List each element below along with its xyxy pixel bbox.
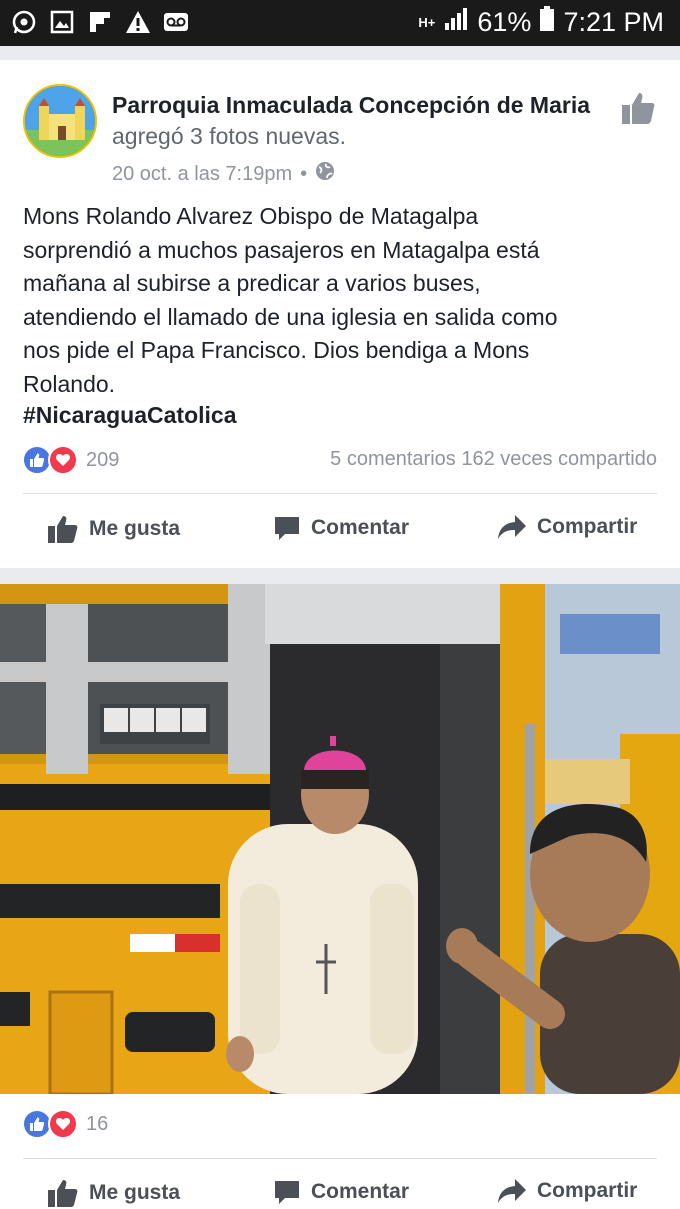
thumbs-up-icon	[48, 1180, 78, 1207]
engagement-stats: 5 comentarios 162 veces compartido	[330, 448, 657, 471]
share-label: Compartir	[537, 515, 638, 538]
photo-share-button[interactable]: Compartir	[497, 1178, 637, 1204]
thumbs-up-icon	[48, 516, 78, 543]
warning-icon	[124, 8, 152, 36]
photo-comment-button[interactable]: Comentar	[273, 1178, 409, 1206]
bus-photo-illustration	[0, 584, 680, 1094]
hashtag-link[interactable]: #NicaraguaCatolica	[23, 402, 236, 429]
shares-count-link[interactable]: 162 veces compartido	[461, 448, 657, 470]
system-status: H+ 61% 7:21 PM	[418, 6, 664, 39]
whatsapp-icon	[10, 8, 38, 36]
comment-icon	[275, 1181, 299, 1204]
like-label: Me gusta	[89, 517, 181, 540]
network-type: H+	[418, 14, 436, 30]
comment-label: Comentar	[311, 516, 410, 539]
like-button[interactable]: Me gusta	[47, 514, 180, 544]
comment-label: Comentar	[311, 1180, 410, 1203]
photo-card: 16 Me gusta Comentar Compartir	[0, 1094, 680, 1209]
post-timestamp[interactable]: 20 oct. a las 7:19pm	[112, 163, 292, 186]
photo-reactions-count: 16	[86, 1112, 109, 1135]
comment-icon	[275, 517, 299, 540]
post-actions-bar: Me gusta Comentar Compartir	[0, 510, 680, 550]
share-arrow-icon	[498, 1179, 526, 1203]
share-label: Compartir	[537, 1179, 638, 1202]
post-photo[interactable]	[0, 584, 680, 1094]
comments-count-link[interactable]: 5 comentarios	[330, 448, 456, 470]
post-header: Parroquia Inmaculada Concepción de Maria…	[112, 90, 592, 152]
post-meta: 20 oct. a las 7:19pm •	[112, 161, 335, 187]
battery-percent: 61%	[477, 7, 532, 37]
share-button[interactable]: Compartir	[497, 514, 637, 540]
like-page-button[interactable]	[620, 90, 656, 126]
gallery-icon	[48, 8, 76, 36]
notification-icons	[10, 8, 190, 36]
love-reaction-icon	[48, 1109, 78, 1139]
share-arrow-icon	[498, 515, 526, 539]
divider	[23, 1158, 657, 1159]
meta-separator: •	[300, 162, 308, 185]
page-name-link[interactable]: Parroquia Inmaculada Concepción de Maria	[112, 92, 590, 118]
battery-icon	[539, 6, 555, 39]
photo-like-button[interactable]: Me gusta	[47, 1178, 180, 1208]
love-reaction-icon	[48, 445, 78, 475]
flipboard-icon	[86, 8, 114, 36]
post-action: agregó 3 fotos nuevas.	[112, 123, 346, 149]
signal-icon	[443, 7, 469, 38]
page-avatar[interactable]	[23, 84, 97, 158]
comment-button[interactable]: Comentar	[273, 514, 409, 542]
photo-reactions-summary[interactable]: 16	[22, 1108, 662, 1140]
reactions-summary[interactable]: 209 5 comentarios 162 veces compartido	[22, 444, 662, 476]
post-body: Mons Rolando Alvarez Obispo de Matagalpa…	[23, 203, 558, 397]
thumbs-up-icon	[622, 93, 655, 124]
divider	[23, 493, 657, 494]
post-card: Parroquia Inmaculada Concepción de Maria…	[0, 60, 680, 568]
like-label: Me gusta	[89, 1181, 181, 1204]
clock: 7:21 PM	[563, 7, 664, 37]
photo-actions-bar: Me gusta Comentar Compartir	[0, 1174, 680, 1209]
voicemail-icon	[162, 8, 190, 36]
globe-icon	[315, 161, 335, 187]
reactions-count: 209	[86, 448, 120, 471]
status-bar: H+ 61% 7:21 PM	[0, 0, 680, 46]
